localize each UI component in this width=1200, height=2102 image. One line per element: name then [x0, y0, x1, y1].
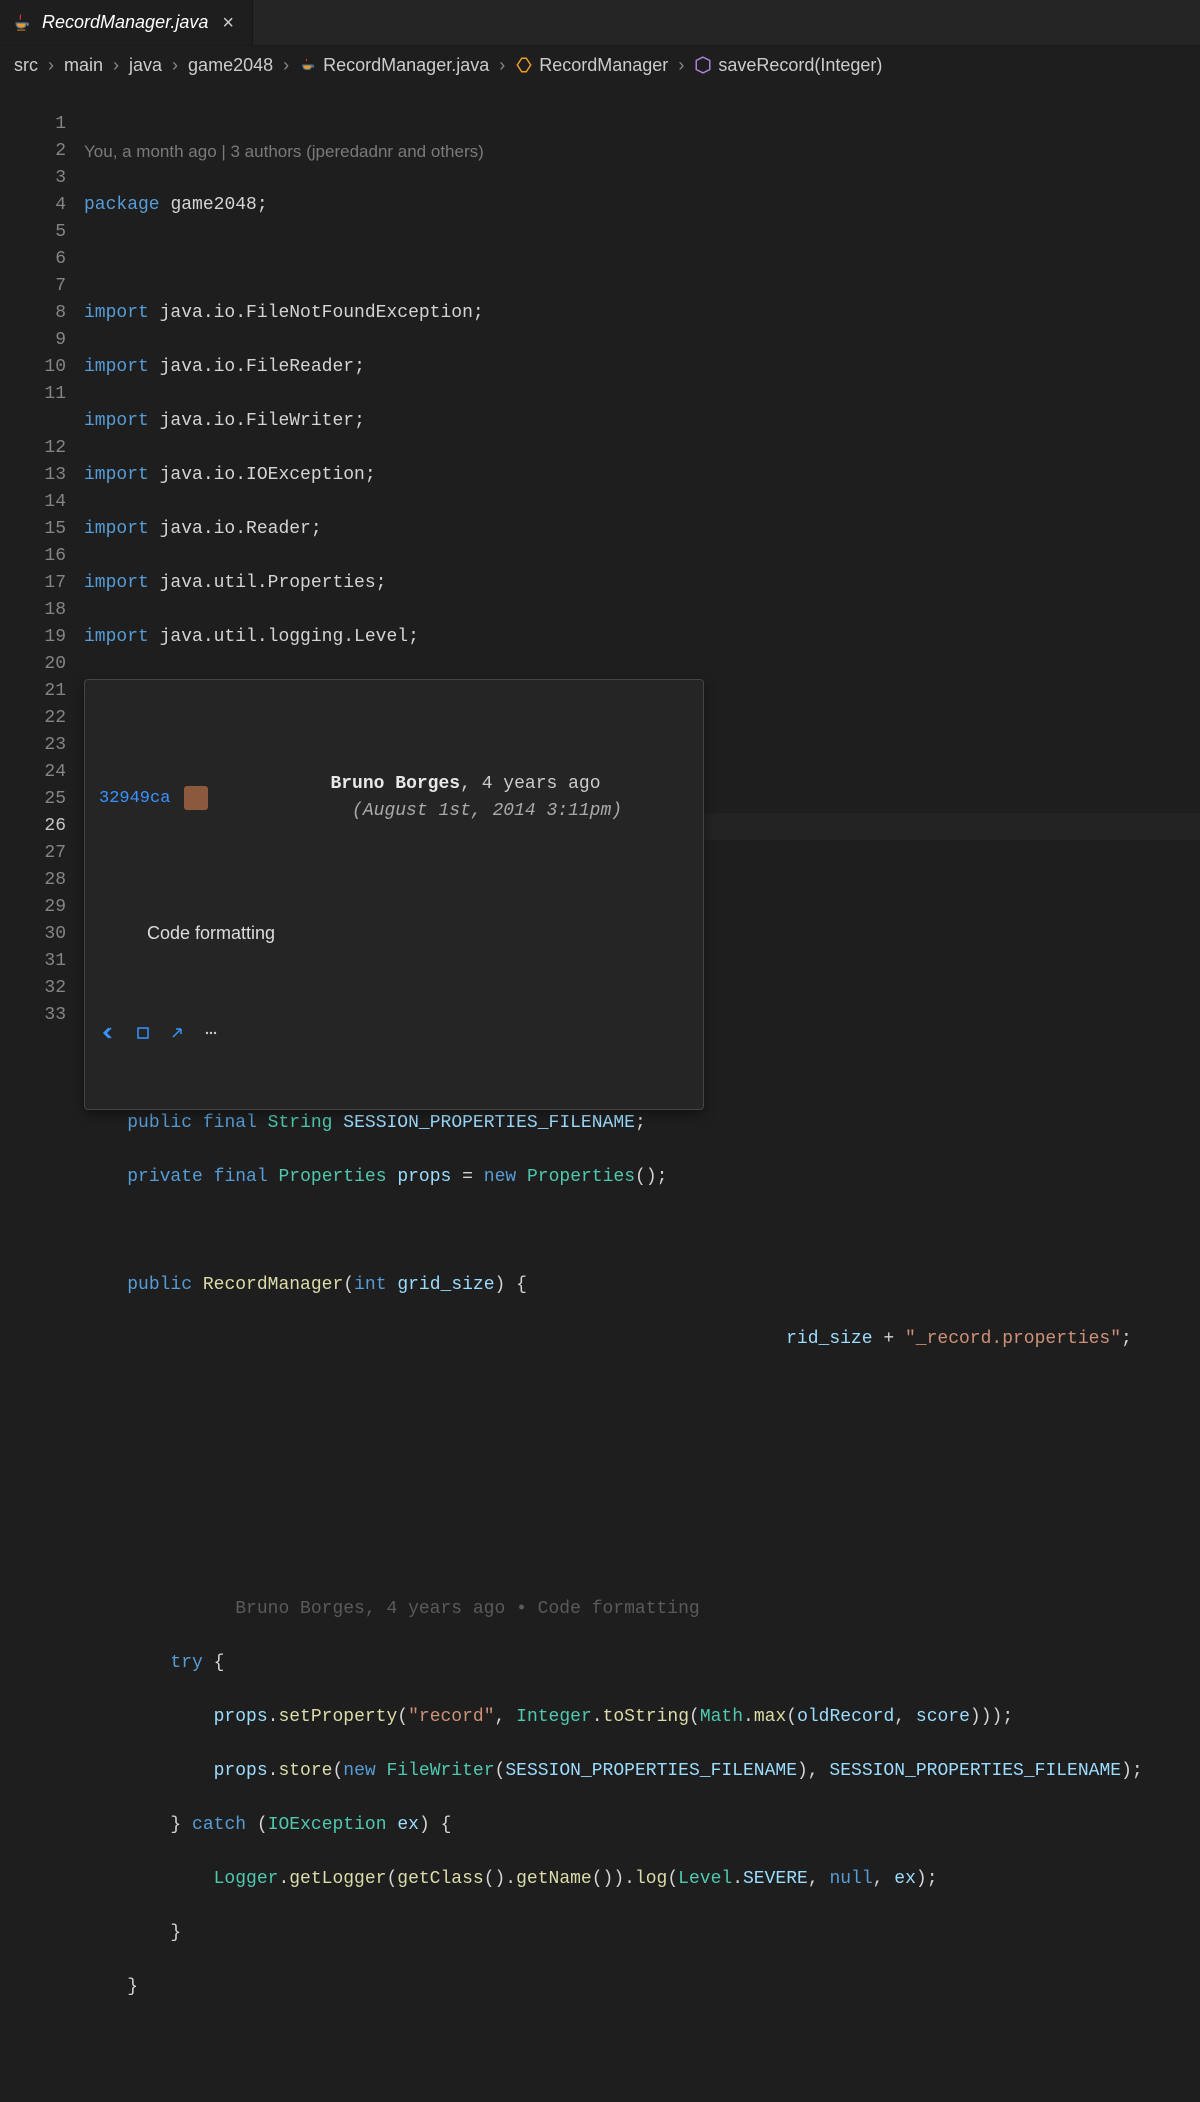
close-icon[interactable]: × — [218, 11, 238, 35]
tab-filename: RecordManager.java — [42, 12, 208, 33]
code-line[interactable]: import java.io.IOException; — [84, 462, 1200, 489]
code-line[interactable]: try { — [84, 1650, 1200, 1677]
breadcrumbs: src › main › java › game2048 › RecordMan… — [0, 46, 1200, 84]
line-number[interactable]: 31 — [0, 948, 66, 975]
line-number[interactable]: 18 — [0, 597, 66, 624]
line-number[interactable]: 30 — [0, 921, 66, 948]
line-number[interactable]: 22 — [0, 705, 66, 732]
line-number[interactable]: 3 — [0, 165, 66, 192]
line-number[interactable]: 24 — [0, 759, 66, 786]
hover-actions — [85, 1015, 703, 1055]
line-number[interactable]: 2 — [0, 138, 66, 165]
method-icon — [694, 56, 712, 74]
gitlens-blame-annotation: You, a month ago | 3 authors (jperedadnr… — [84, 138, 1200, 165]
open-changes-icon[interactable] — [129, 1021, 157, 1045]
commit-ago: 4 years ago — [482, 774, 601, 794]
code-line[interactable] — [84, 1380, 1200, 1407]
code-line[interactable] — [84, 1218, 1200, 1245]
code-line[interactable]: } — [84, 1920, 1200, 1947]
line-number[interactable]: 1 — [0, 111, 66, 138]
chevron-right-icon: › — [42, 55, 60, 76]
crumb-java[interactable]: java — [129, 55, 162, 76]
code-line[interactable]: import java.io.FileWriter; — [84, 408, 1200, 435]
prev-change-icon[interactable] — [95, 1021, 123, 1045]
gitlens-inline-blame: Bruno Borges, 4 years ago • Code formatt… — [235, 1599, 699, 1619]
line-gutter: 1 2 3 4 5 6 7 8 9 10 11 12 13 14 15 16 1… — [0, 84, 84, 2102]
line-number[interactable]: 19 — [0, 624, 66, 651]
code-line[interactable]: Bruno Borges, 4 years ago • Code formatt… — [84, 1596, 1200, 1623]
code-line[interactable]: import java.util.Properties; — [84, 570, 1200, 597]
code-line[interactable]: Logger.getLogger(getClass().getName()).l… — [84, 1866, 1200, 1893]
code-line[interactable] — [84, 1488, 1200, 1515]
author-name: Bruno Borges — [330, 774, 460, 794]
chevron-right-icon: › — [672, 55, 690, 76]
crumb-src[interactable]: src — [14, 55, 38, 76]
commit-hash-link[interactable]: 32949ca — [99, 785, 170, 812]
line-number[interactable]: 5 — [0, 219, 66, 246]
more-actions-icon[interactable] — [197, 1021, 225, 1045]
line-number[interactable]: 14 — [0, 489, 66, 516]
line-number[interactable]: 17 — [0, 570, 66, 597]
code-line[interactable]: props.store(new FileWriter(SESSION_PROPE… — [84, 1758, 1200, 1785]
line-number[interactable]: 4 — [0, 192, 66, 219]
commit-timestamp: (August 1st, 2014 3:11pm) — [352, 801, 622, 821]
code-line[interactable]: props.setProperty("record", Integer.toSt… — [84, 1704, 1200, 1731]
code-line[interactable]: public final String SESSION_PROPERTIES_F… — [84, 1110, 1200, 1137]
line-number[interactable]: 9 — [0, 327, 66, 354]
commit-message: Code formatting — [85, 908, 703, 961]
code-area[interactable]: You, a month ago | 3 authors (jperedadnr… — [84, 84, 1200, 2102]
code-line[interactable]: } catch (IOException ex) { — [84, 1812, 1200, 1839]
code-line[interactable]: public RecordManager(int grid_size) { — [84, 1272, 1200, 1299]
line-number[interactable]: 28 — [0, 867, 66, 894]
line-number[interactable]: 23 — [0, 732, 66, 759]
chevron-right-icon: › — [107, 55, 125, 76]
code-line[interactable] — [84, 246, 1200, 273]
line-number[interactable]: 13 — [0, 462, 66, 489]
crumb-file[interactable]: RecordManager.java — [299, 55, 489, 76]
open-file-icon[interactable] — [163, 1021, 191, 1045]
crumb-method[interactable]: saveRecord(Integer) — [694, 55, 882, 76]
line-number[interactable]: 12 — [0, 435, 66, 462]
line-number[interactable]: 7 — [0, 273, 66, 300]
crumb-class[interactable]: RecordManager — [515, 55, 668, 76]
line-number[interactable]: 32 — [0, 975, 66, 1002]
chevron-right-icon: › — [166, 55, 184, 76]
chevron-right-icon: › — [277, 55, 295, 76]
chevron-right-icon: › — [493, 55, 511, 76]
line-number[interactable]: 15 — [0, 516, 66, 543]
line-number[interactable]: 10 — [0, 354, 66, 381]
code-line[interactable]: private final Properties props = new Pro… — [84, 1164, 1200, 1191]
code-line[interactable]: import java.util.logging.Level; — [84, 624, 1200, 651]
line-number[interactable]: 21 — [0, 678, 66, 705]
line-number[interactable]: 11 — [0, 381, 66, 408]
code-line[interactable] — [84, 1434, 1200, 1461]
code-line[interactable]: package game2048; — [84, 192, 1200, 219]
line-number[interactable]: 16 — [0, 543, 66, 570]
code-line[interactable]: import java.io.FileNotFoundException; — [84, 300, 1200, 327]
code-line[interactable]: rid_size + "_record.properties"; — [84, 1326, 1200, 1353]
line-number[interactable]: 8 — [0, 300, 66, 327]
editor-tab[interactable]: RecordManager.java × — [0, 0, 253, 45]
gitlens-hover-card: 32949ca Bruno Borges, 4 years ago (Augus… — [84, 679, 704, 1110]
crumb-main[interactable]: main — [64, 55, 103, 76]
java-icon — [299, 56, 317, 74]
code-line[interactable]: import java.io.Reader; — [84, 516, 1200, 543]
crumb-game2048[interactable]: game2048 — [188, 55, 273, 76]
line-number[interactable]: 33 — [0, 1002, 66, 1029]
class-icon — [515, 56, 533, 74]
avatar — [184, 786, 208, 810]
line-number[interactable]: 6 — [0, 246, 66, 273]
line-number[interactable]: 27 — [0, 840, 66, 867]
code-line[interactable]: import java.io.FileReader; — [84, 354, 1200, 381]
code-editor[interactable]: 1 2 3 4 5 6 7 8 9 10 11 12 13 14 15 16 1… — [0, 84, 1200, 2102]
line-number[interactable]: 26 — [0, 813, 66, 840]
line-number[interactable]: 20 — [0, 651, 66, 678]
line-number[interactable]: 25 — [0, 786, 66, 813]
java-icon — [12, 13, 32, 33]
tab-bar: RecordManager.java × — [0, 0, 1200, 46]
line-number[interactable]: 29 — [0, 894, 66, 921]
code-line[interactable]: } — [84, 1974, 1200, 2001]
code-line[interactable] — [84, 1542, 1200, 1569]
